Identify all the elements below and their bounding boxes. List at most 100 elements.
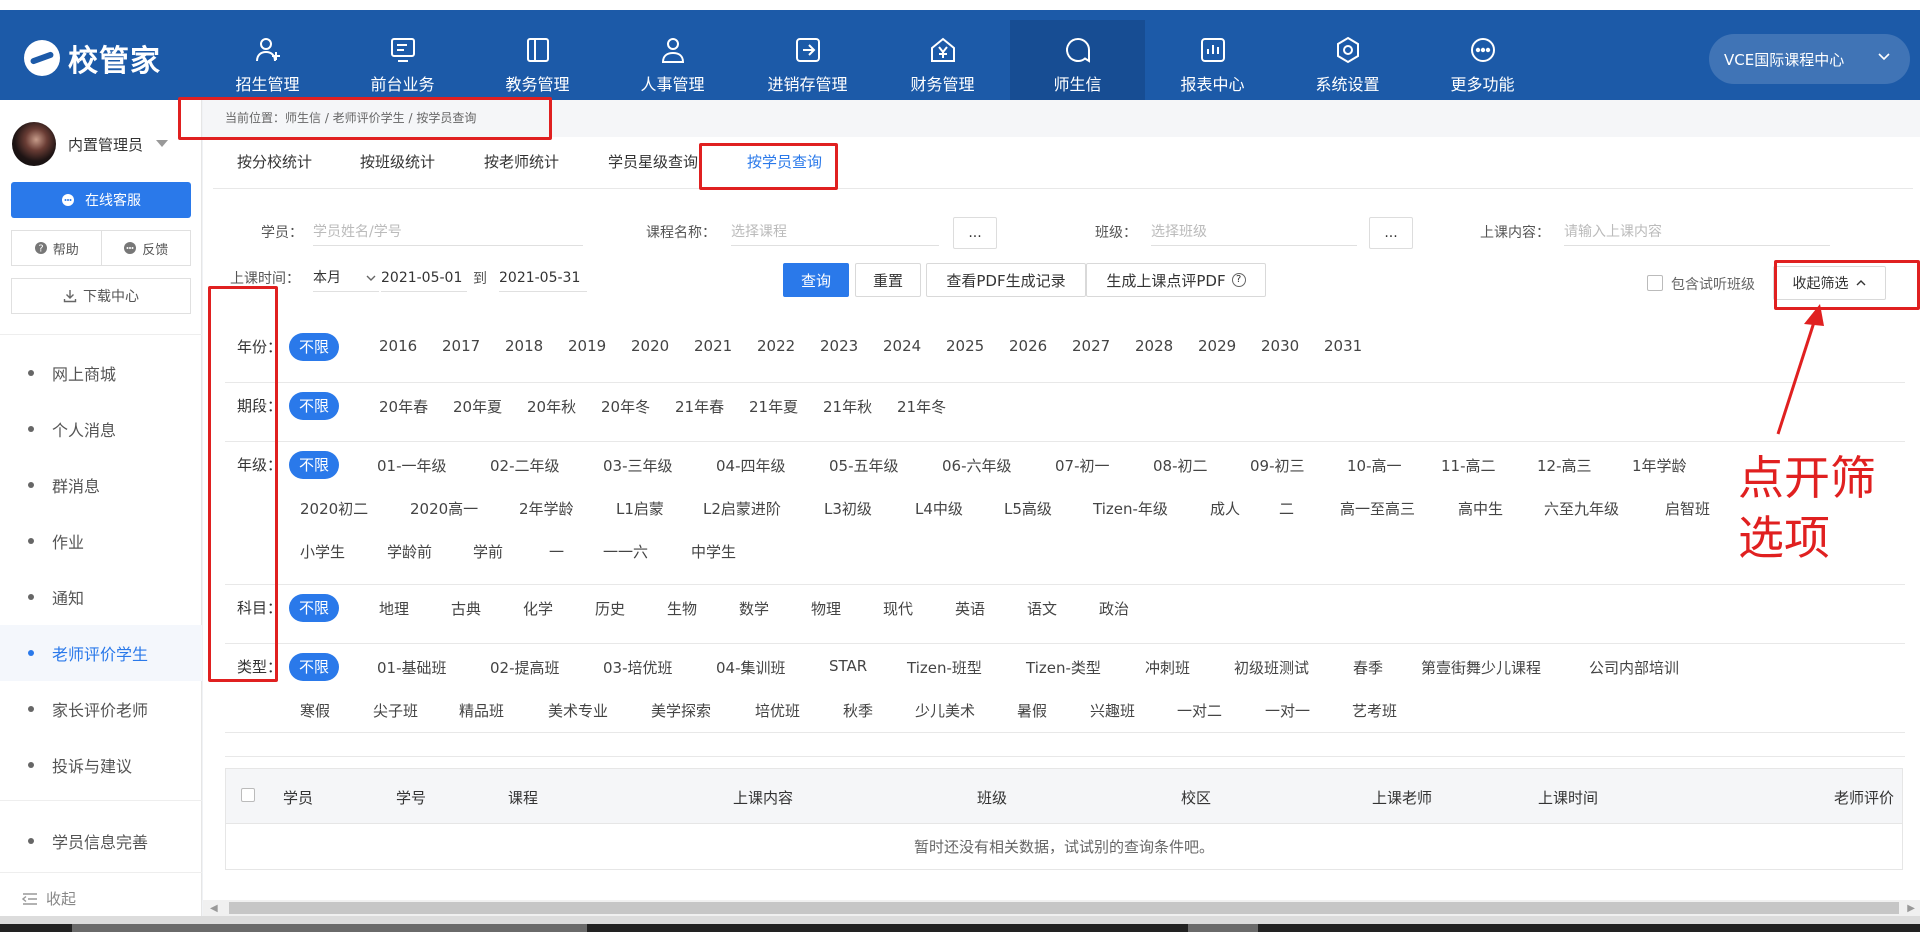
filter-option[interactable]: 高一至高三 bbox=[1340, 498, 1415, 519]
sidebar-menu-item[interactable]: 老师评价学生 bbox=[0, 625, 202, 681]
filter-option[interactable]: 20年春 bbox=[379, 396, 428, 417]
course-input[interactable]: 选择课程 bbox=[731, 218, 939, 246]
query-button[interactable]: 查询 bbox=[783, 263, 849, 297]
filter-option[interactable]: 秋季 bbox=[843, 700, 873, 721]
avatar[interactable] bbox=[12, 122, 56, 166]
filter-option[interactable]: 不限 bbox=[289, 451, 340, 479]
sidebar-menu-item[interactable]: 作业 bbox=[0, 513, 202, 569]
filter-option[interactable]: 一一六 bbox=[603, 541, 648, 562]
filter-option[interactable]: 美学探索 bbox=[651, 700, 711, 721]
filter-option[interactable]: L1启蒙 bbox=[616, 498, 664, 519]
filter-option[interactable]: 2020初二 bbox=[300, 498, 368, 519]
sidebar-menu-item[interactable]: 群消息 bbox=[0, 457, 202, 513]
filter-option[interactable]: 20年夏 bbox=[453, 396, 502, 417]
filter-option[interactable]: 一对二 bbox=[1177, 700, 1222, 721]
filter-option[interactable]: 学前 bbox=[473, 541, 503, 562]
table-column-header[interactable]: 学号 bbox=[396, 787, 426, 808]
filter-option[interactable]: 不限 bbox=[289, 653, 340, 681]
filter-option[interactable]: 高中生 bbox=[1458, 498, 1503, 519]
sidebar-menu-item[interactable]: 个人消息 bbox=[0, 401, 202, 457]
course-picker-button[interactable]: ... bbox=[953, 217, 997, 249]
filter-option[interactable]: 尖子班 bbox=[373, 700, 418, 721]
filter-option[interactable]: 20年冬 bbox=[601, 396, 650, 417]
horizontal-scrollbar[interactable]: ◀ ▶ bbox=[203, 900, 1920, 916]
filter-option[interactable]: 2029 bbox=[1198, 337, 1236, 355]
filter-option[interactable]: 生物 bbox=[667, 598, 697, 619]
filter-option[interactable]: 2023 bbox=[820, 337, 858, 355]
scrollbar-thumb[interactable] bbox=[229, 902, 1899, 914]
nav-item[interactable]: 师生信 bbox=[1010, 20, 1145, 110]
include-trial-checkbox[interactable] bbox=[1647, 275, 1663, 291]
filter-option[interactable]: 成人 bbox=[1210, 498, 1240, 519]
filter-option[interactable]: 艺考班 bbox=[1352, 700, 1397, 721]
filter-option[interactable]: 物理 bbox=[811, 598, 841, 619]
filter-option[interactable]: 数学 bbox=[739, 598, 769, 619]
collapse-sidebar-button[interactable]: 收起 bbox=[22, 888, 76, 909]
filter-option[interactable]: 04-四年级 bbox=[716, 455, 786, 476]
nav-item[interactable]: 财务管理 bbox=[875, 20, 1010, 110]
filter-option[interactable]: L5高级 bbox=[1004, 498, 1052, 519]
filter-option[interactable]: 09-初三 bbox=[1250, 455, 1305, 476]
user-name[interactable]: 内置管理员 bbox=[68, 134, 143, 155]
filter-option[interactable]: 不限 bbox=[289, 333, 340, 361]
nav-item[interactable]: 报表中心 bbox=[1145, 20, 1280, 110]
filter-option[interactable]: 培优班 bbox=[755, 700, 800, 721]
filter-option[interactable]: Tizen-年级 bbox=[1093, 498, 1168, 519]
filter-option[interactable]: 二 bbox=[1279, 498, 1294, 519]
sidebar-menu-item[interactable]: 学员信息完善 bbox=[0, 813, 202, 869]
campus-selector[interactable]: VCE国际课程中心 bbox=[1709, 34, 1910, 84]
filter-option[interactable]: 03-三年级 bbox=[603, 455, 673, 476]
filter-option[interactable]: 2022 bbox=[757, 337, 795, 355]
filter-option[interactable]: 21年春 bbox=[675, 396, 724, 417]
feedback-button[interactable]: 反馈 bbox=[100, 231, 191, 265]
filter-option[interactable]: 2024 bbox=[883, 337, 921, 355]
tab[interactable]: 按分校统计 bbox=[237, 151, 312, 172]
filter-option[interactable]: 2027 bbox=[1072, 337, 1110, 355]
student-input[interactable]: 学员姓名/学号 bbox=[313, 218, 583, 246]
table-column-header[interactable]: 课程 bbox=[508, 787, 538, 808]
filter-option[interactable]: L2启蒙进阶 bbox=[703, 498, 781, 519]
filter-option[interactable]: 2021 bbox=[694, 337, 732, 355]
filter-option[interactable]: 历史 bbox=[595, 598, 625, 619]
filter-option[interactable]: 11-高二 bbox=[1441, 455, 1496, 476]
filter-option[interactable]: 04-集训班 bbox=[716, 657, 786, 678]
filter-option[interactable]: 2030 bbox=[1261, 337, 1299, 355]
table-column-header[interactable]: 上课老师 bbox=[1372, 787, 1432, 808]
filter-option[interactable]: 2018 bbox=[505, 337, 543, 355]
filter-option[interactable]: 化学 bbox=[523, 598, 553, 619]
caret-down-icon[interactable] bbox=[156, 140, 168, 147]
filter-option[interactable]: 01-基础班 bbox=[377, 657, 447, 678]
filter-option[interactable]: 一对一 bbox=[1265, 700, 1310, 721]
filter-option[interactable]: 2026 bbox=[1009, 337, 1047, 355]
help-button[interactable]: ? 帮助 bbox=[12, 231, 101, 265]
filter-option[interactable]: 不限 bbox=[289, 594, 340, 622]
filter-option[interactable]: 06-六年级 bbox=[942, 455, 1012, 476]
filter-option[interactable]: 2025 bbox=[946, 337, 984, 355]
content-input[interactable]: 请输入上课内容 bbox=[1564, 218, 1830, 246]
filter-option[interactable]: L3初级 bbox=[824, 498, 872, 519]
class-input[interactable]: 选择班级 bbox=[1151, 218, 1357, 246]
select-all-checkbox[interactable] bbox=[241, 788, 255, 802]
filter-option[interactable]: 不限 bbox=[289, 392, 340, 420]
nav-item[interactable]: 系统设置 bbox=[1280, 20, 1415, 110]
filter-option[interactable]: 初级班测试 bbox=[1234, 657, 1309, 678]
table-column-header[interactable]: 班级 bbox=[977, 787, 1007, 808]
filter-option[interactable]: 21年秋 bbox=[823, 396, 872, 417]
view-pdf-records-button[interactable]: 查看PDF生成记录 bbox=[926, 263, 1086, 297]
filter-option[interactable]: 2028 bbox=[1135, 337, 1173, 355]
download-center-button[interactable]: 下载中心 bbox=[11, 278, 191, 314]
filter-option[interactable]: Tizen-班型 bbox=[907, 657, 982, 678]
filter-option[interactable]: 07-初一 bbox=[1055, 455, 1110, 476]
scroll-left-icon[interactable]: ◀ bbox=[210, 903, 218, 914]
filter-option[interactable]: 冲刺班 bbox=[1145, 657, 1190, 678]
filter-option[interactable]: 03-培优班 bbox=[603, 657, 673, 678]
tab[interactable]: 学员星级查询 bbox=[608, 151, 698, 172]
sidebar-menu-item[interactable]: 网上商城 bbox=[0, 345, 202, 401]
filter-option[interactable]: 2019 bbox=[568, 337, 606, 355]
sidebar-menu-item[interactable]: 投诉与建议 bbox=[0, 737, 202, 793]
filter-option[interactable]: 政治 bbox=[1099, 598, 1129, 619]
filter-option[interactable]: 20年秋 bbox=[527, 396, 576, 417]
table-column-header[interactable]: 校区 bbox=[1181, 787, 1211, 808]
filter-option[interactable]: 美术专业 bbox=[548, 700, 608, 721]
nav-item[interactable]: 人事管理 bbox=[605, 20, 740, 110]
